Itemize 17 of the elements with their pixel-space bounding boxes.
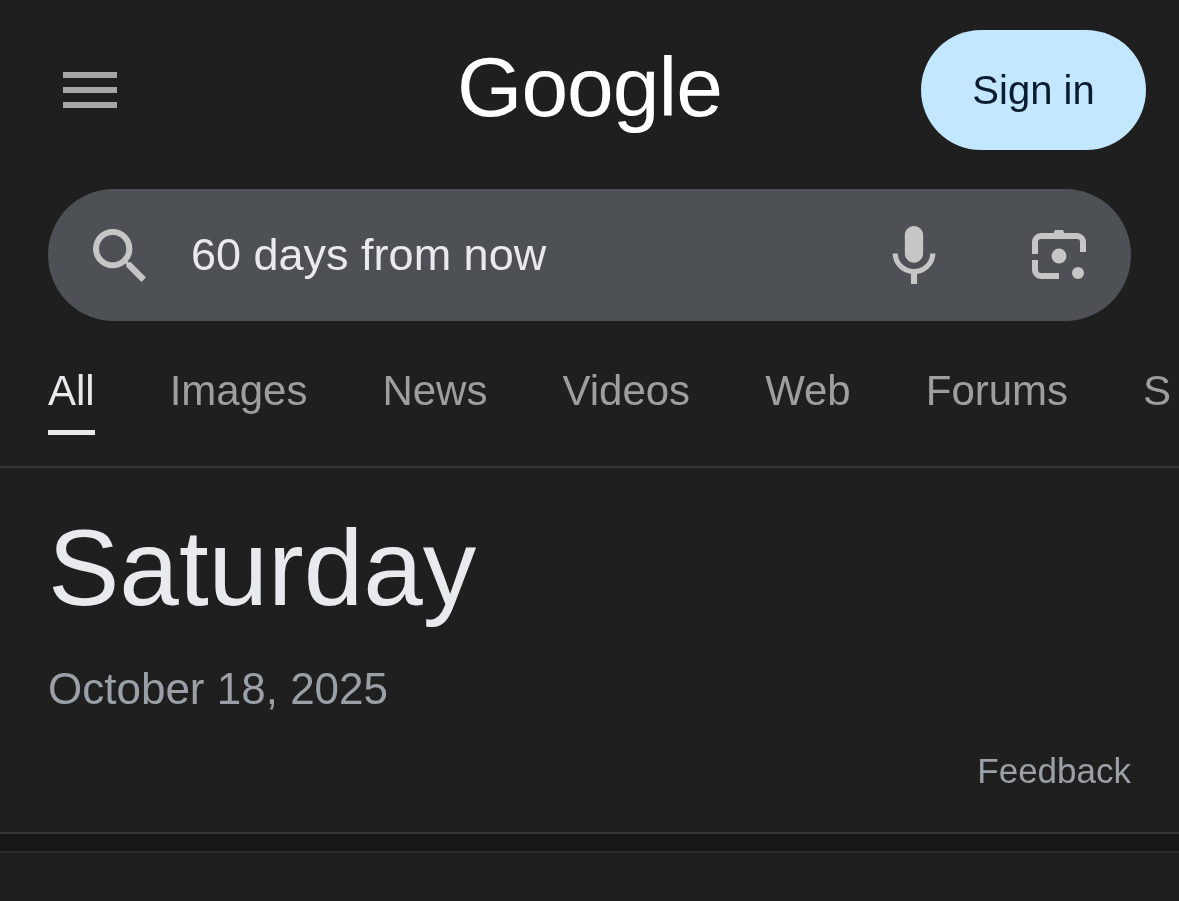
search-tab[interactable]: Web	[765, 370, 851, 435]
microphone-icon[interactable]	[892, 226, 936, 284]
search-tab[interactable]: S	[1143, 370, 1172, 435]
search-icon	[93, 228, 146, 282]
camera-icon[interactable]	[1031, 228, 1087, 282]
search-field[interactable]: 60 days from now	[48, 189, 1131, 321]
search-input[interactable]: 60 days from now	[191, 229, 892, 281]
day-result: Saturday	[48, 507, 477, 630]
date-text: October 18, 2025	[48, 663, 388, 715]
search-tab[interactable]: News	[382, 370, 488, 435]
sign-in-button[interactable]: Sign in	[921, 30, 1146, 150]
search-tab[interactable]: Images	[169, 370, 308, 435]
menu-icon[interactable]	[63, 72, 117, 108]
search-tab[interactable]: Forums	[925, 370, 1069, 435]
search-tab[interactable]: All	[48, 370, 95, 435]
search-tab[interactable]: Videos	[562, 370, 691, 435]
feedback-link[interactable]: Feedback	[977, 750, 1131, 792]
